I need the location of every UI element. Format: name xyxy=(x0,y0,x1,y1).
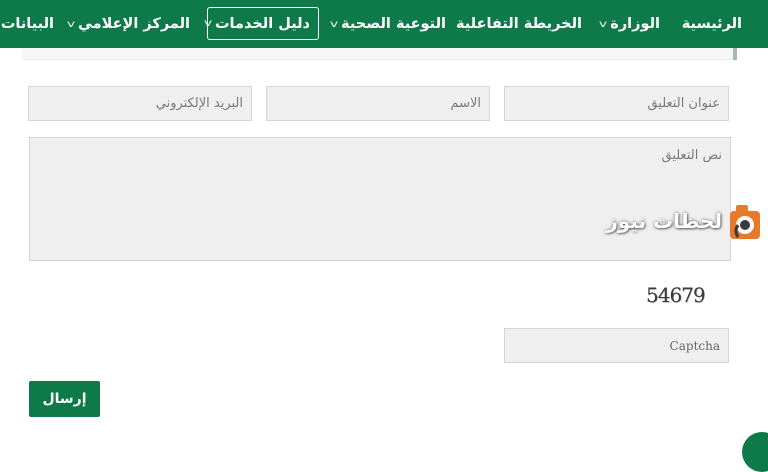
nav-item-interactive-map[interactable]: الخريطة التفاعلية xyxy=(456,0,582,48)
nav-item-ministry[interactable]: الوزارة v xyxy=(599,0,660,48)
nav-label: الخريطة التفاعلية xyxy=(455,16,582,32)
watermark-text: لحظات نيوز xyxy=(606,209,722,233)
submit-button[interactable]: إرسال xyxy=(29,381,100,417)
nav-item-health-awareness[interactable]: التوعية الصحية v xyxy=(329,0,446,48)
main-navbar: الرئيسية الوزارة v الخريطة التفاعلية الت… xyxy=(0,0,768,48)
camera-logo-icon xyxy=(730,205,760,239)
nav-item-home[interactable]: الرئيسية xyxy=(682,0,742,48)
strip-edge-accent xyxy=(733,48,737,60)
nav-item-services-guide[interactable]: دليل الخدمات v xyxy=(203,7,319,40)
name-input[interactable] xyxy=(266,86,490,121)
nav-label: الرئيسية xyxy=(681,16,742,32)
nav-item-data[interactable]: البيانات xyxy=(1,0,54,48)
chevron-down-icon: v xyxy=(599,18,608,30)
nav-label: الوزارة xyxy=(610,16,660,32)
nav-item-media-center[interactable]: المركز الإعلامي v xyxy=(66,0,190,48)
floating-action-button[interactable] xyxy=(742,432,768,472)
chevron-down-icon: v xyxy=(203,18,213,29)
nav-label: دليل الخدمات xyxy=(214,15,310,32)
chevron-down-icon: v xyxy=(66,18,76,30)
chevron-down-icon: v xyxy=(329,18,339,30)
nav-label: التوعية الصحية xyxy=(341,16,446,32)
content-top-strip xyxy=(22,48,734,60)
nav-label: البيانات xyxy=(0,16,54,32)
email-input[interactable] xyxy=(28,86,252,121)
comment-title-input[interactable] xyxy=(504,86,729,121)
nav-label: المركز الإعلامي xyxy=(78,16,190,32)
captcha-input[interactable] xyxy=(504,328,729,363)
captcha-image: 54679 xyxy=(646,283,706,307)
watermark: لحظات نيوز xyxy=(606,203,766,245)
